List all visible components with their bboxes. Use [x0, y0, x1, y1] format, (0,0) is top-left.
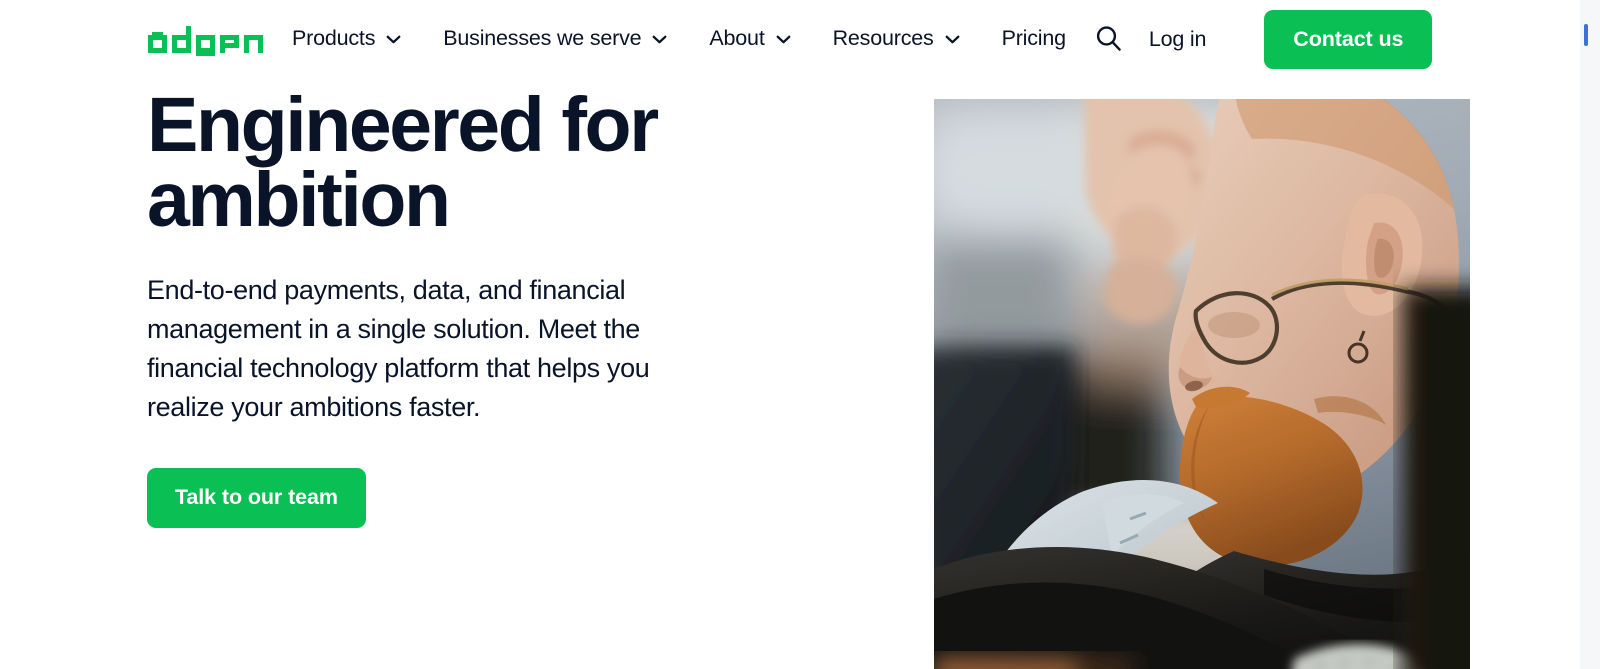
- scrollbar-thumb[interactable]: [1584, 24, 1588, 46]
- page-title: Engineered for ambition: [147, 82, 659, 243]
- page-viewport: Products Businesses we serve About Resou…: [0, 0, 1580, 669]
- nav-item-label: Pricing: [1001, 26, 1067, 51]
- search-icon: [1096, 26, 1121, 51]
- contact-us-button[interactable]: Contact us: [1264, 9, 1433, 69]
- login-link[interactable]: Log in: [1149, 27, 1207, 52]
- main-navigation: Products Businesses we serve About Resou…: [0, 0, 1580, 78]
- adyen-logo[interactable]: [147, 22, 263, 56]
- nav-item-label: Resources: [832, 26, 934, 51]
- hero-subtitle: End-to-end payments, data, and financial…: [147, 275, 650, 422]
- nav-item-businesses-we-serve[interactable]: Businesses we serve: [422, 22, 688, 56]
- vertical-scrollbar[interactable]: [1580, 0, 1600, 669]
- chevron-down-icon: [652, 35, 667, 43]
- hero-content: Engineered for ambition End-to-end payme…: [147, 82, 767, 528]
- nav-item-label: Products: [292, 26, 376, 51]
- nav-actions: Log in Contact us: [1087, 9, 1433, 69]
- nav-item-label: About: [709, 26, 765, 51]
- hero-image: [934, 99, 1470, 669]
- search-button[interactable]: [1087, 17, 1131, 61]
- nav-item-products[interactable]: Products: [292, 22, 422, 56]
- nav-item-resources[interactable]: Resources: [812, 22, 981, 56]
- nav-item-pricing[interactable]: Pricing: [981, 22, 1087, 56]
- nav-item-about[interactable]: About: [688, 22, 811, 56]
- hero-photo-illustration: [934, 99, 1470, 669]
- nav-item-label: Businesses we serve: [443, 26, 642, 51]
- nav-links: Products Businesses we serve About Resou…: [292, 22, 1087, 56]
- chevron-down-icon: [945, 35, 959, 43]
- page-root: Products Businesses we serve About Resou…: [0, 0, 1600, 669]
- chevron-down-icon: [386, 35, 401, 43]
- chevron-down-icon: [776, 35, 791, 43]
- talk-to-our-team-button[interactable]: Talk to our team: [147, 467, 366, 528]
